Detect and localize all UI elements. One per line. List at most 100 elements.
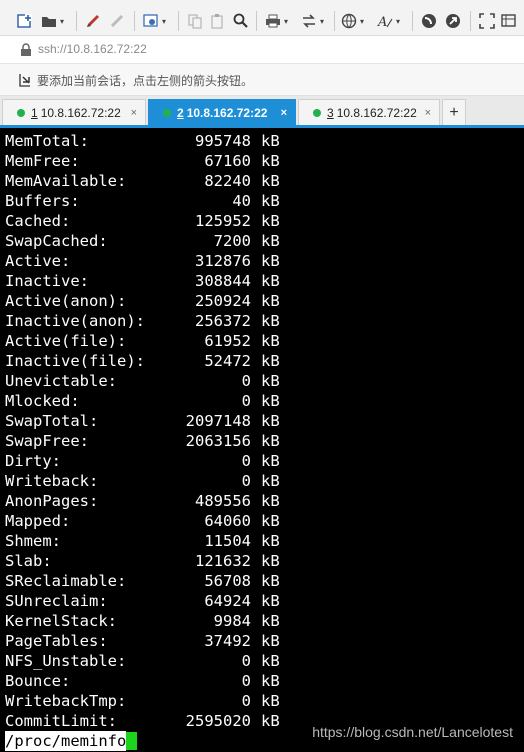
meminfo-unit: kB	[261, 632, 280, 650]
meminfo-value: 9984	[213, 612, 251, 630]
session-hint-bar: 要添加当前会话，点击左侧的箭头按钮。	[0, 64, 524, 96]
meminfo-unit: kB	[261, 512, 280, 530]
toolbar-divider	[178, 11, 179, 31]
font-button[interactable]: A ▾	[376, 10, 400, 32]
menubar-remnant	[0, 0, 524, 5]
tab-session-2[interactable]: 2 10.8.162.72:22 ×	[148, 99, 296, 125]
toolbar-divider	[256, 11, 257, 31]
toolbar-divider	[412, 11, 413, 31]
tab-session-3[interactable]: 3 10.8.162.72:22 ×	[298, 99, 440, 125]
terminal-cursor	[126, 732, 138, 750]
meminfo-line: MemTotal: 995748 kB	[5, 131, 280, 151]
meminfo-line: SReclaimable: 56708 kB	[5, 571, 280, 591]
meminfo-unit: kB	[261, 232, 280, 250]
meminfo-line: Inactive(file): 52472 kB	[5, 351, 280, 371]
stamp-icon	[108, 12, 126, 30]
meminfo-line: Slab: 121632 kB	[5, 551, 280, 571]
print-button[interactable]: ▾	[264, 10, 288, 32]
meminfo-line: SwapFree: 2063156 kB	[5, 431, 280, 451]
new-session-icon	[16, 12, 34, 30]
meminfo-key: Active(anon):	[5, 292, 127, 310]
open-folder-icon	[40, 12, 58, 30]
connected-status-icon	[163, 108, 171, 117]
tab-label: 10.8.162.72:22	[40, 105, 121, 120]
meminfo-line: Bounce: 0 kB	[5, 671, 280, 691]
meminfo-line: KernelStack: 9984 kB	[5, 611, 280, 631]
main-toolbar: ▾ ▾ ▾ ▾ ▾ A ▾	[0, 0, 524, 36]
terminal-output[interactable]: MemTotal: 995748 kB MemFree: 67160 kB MemAvail…	[0, 128, 524, 752]
meminfo-unit: kB	[261, 712, 280, 730]
meminfo-line: MemFree: 67160 kB	[5, 151, 280, 171]
meminfo-value: 11504	[204, 532, 251, 550]
add-tab-button[interactable]: +	[442, 99, 466, 125]
meminfo-line: Mlocked: 0 kB	[5, 391, 280, 411]
meminfo-line: Active: 312876 kB	[5, 251, 280, 271]
meminfo-value: 64060	[204, 512, 251, 530]
meminfo-key: MemAvailable:	[5, 172, 127, 190]
meminfo-key: Inactive:	[5, 272, 89, 290]
meminfo-unit: kB	[261, 172, 280, 190]
meminfo-value: 250924	[195, 292, 251, 310]
new-session-button[interactable]	[16, 10, 34, 32]
meminfo-value: 82240	[204, 172, 251, 190]
meminfo-key: Inactive(file):	[5, 352, 145, 370]
compose-icon	[500, 12, 518, 30]
paste-icon	[208, 12, 226, 30]
meminfo-key: Writeback:	[5, 472, 99, 490]
meminfo-value: 489556	[195, 492, 251, 510]
meminfo-unit: kB	[261, 452, 280, 470]
meminfo-line: Active(file): 61952 kB	[5, 331, 280, 351]
add-session-arrow-icon[interactable]	[18, 73, 32, 92]
meminfo-unit: kB	[261, 392, 280, 410]
tab-number: 2	[177, 105, 184, 120]
find-button[interactable]	[232, 10, 250, 32]
meminfo-value: 0	[241, 672, 251, 690]
copy-button[interactable]	[186, 10, 204, 32]
xshell-button[interactable]	[420, 10, 438, 32]
command-line[interactable]: /proc/meminfo	[5, 731, 138, 751]
meminfo-line: Inactive: 308844 kB	[5, 271, 280, 291]
meminfo-key: SwapCached:	[5, 232, 108, 250]
meminfo-value: 308844	[195, 272, 251, 290]
meminfo-unit: kB	[261, 152, 280, 170]
tab-session-1[interactable]: 1 10.8.162.72:22 ×	[2, 99, 146, 125]
meminfo-line: Active(anon): 250924 kB	[5, 291, 280, 311]
meminfo-line: Dirty: 0 kB	[5, 451, 280, 471]
fullscreen-button[interactable]	[478, 10, 496, 32]
meminfo-value: 67160	[204, 152, 251, 170]
meminfo-key: Buffers:	[5, 192, 80, 210]
tab-label: 10.8.162.72:22	[186, 105, 268, 120]
draw-button[interactable]	[84, 10, 102, 32]
meminfo-value: 56708	[204, 572, 251, 590]
transfer-icon	[300, 12, 318, 30]
properties-button[interactable]: ▾	[142, 10, 166, 32]
address-bar[interactable]: ssh://10.8.162.72:22	[0, 36, 524, 64]
compose-button[interactable]	[500, 10, 518, 32]
meminfo-unit: kB	[261, 492, 280, 510]
chevron-down-icon: ▾	[162, 16, 167, 26]
meminfo-value: 7200	[213, 232, 251, 250]
close-icon[interactable]: ×	[131, 107, 137, 119]
meminfo-value: 125952	[195, 212, 251, 230]
close-icon[interactable]: ×	[425, 107, 431, 119]
meminfo-unit: kB	[261, 432, 280, 450]
meminfo-line: SUnreclaim: 64924 kB	[5, 591, 280, 611]
meminfo-unit: kB	[261, 132, 280, 150]
meminfo-unit: kB	[261, 612, 280, 630]
globe-button[interactable]: ▾	[340, 10, 364, 32]
meminfo-unit: kB	[261, 672, 280, 690]
meminfo-key: SReclaimable:	[5, 572, 127, 590]
stamp-button[interactable]	[108, 10, 126, 32]
meminfo-value: 52472	[204, 352, 251, 370]
paste-button[interactable]	[208, 10, 226, 32]
session-tabs: 1 10.8.162.72:22 × 2 10.8.162.72:22 × 3 …	[0, 96, 524, 128]
chevron-down-icon: ▾	[60, 16, 65, 26]
meminfo-unit: kB	[261, 692, 280, 710]
open-button[interactable]: ▾	[40, 10, 64, 32]
svg-text:A: A	[377, 15, 387, 29]
transfer-button[interactable]: ▾	[300, 10, 324, 32]
xftp-button[interactable]	[444, 10, 462, 32]
meminfo-key: Unevictable:	[5, 372, 117, 390]
close-icon[interactable]: ×	[281, 107, 287, 119]
toolbar-divider	[334, 11, 335, 31]
